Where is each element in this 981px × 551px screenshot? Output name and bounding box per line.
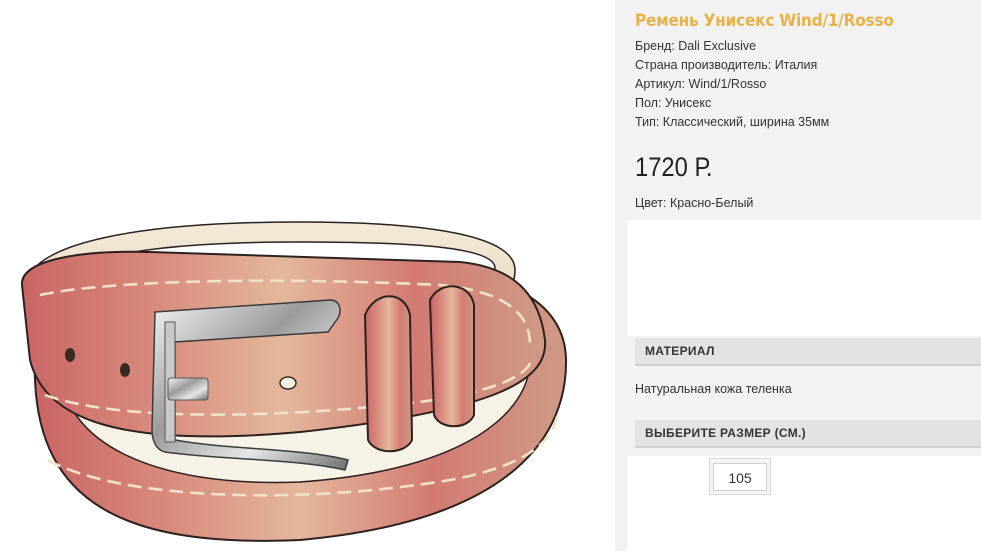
blank-area	[627, 220, 981, 336]
material-header: Материал	[635, 338, 981, 366]
spec-brand: Бренд: Dali Exclusive	[635, 39, 757, 53]
material-text: Натуральная кожа теленка	[635, 382, 792, 396]
spec-type: Тип: Классический, ширина 35мм	[635, 115, 830, 129]
size-option-105[interactable]: 105	[709, 458, 771, 495]
product-image-area	[0, 0, 615, 551]
product-price: 1720 Р.	[635, 152, 713, 182]
product-color: Цвет: Красно-Белый	[635, 196, 754, 210]
spec-article: Артикул: Wind/1/Rosso	[635, 77, 767, 91]
spec-gender: Пол: Унисекс	[635, 96, 712, 110]
size-option-label: 105	[713, 462, 767, 491]
belt-photo	[20, 221, 568, 542]
size-header-label: Выберите размер (см.)	[645, 426, 806, 440]
product-title: Ремень Унисекс Wind/1/Rosso	[635, 11, 894, 31]
product-info-panel: Ремень Унисекс Wind/1/Rosso Бренд: Dali …	[615, 0, 981, 551]
spec-list: Бренд: Dali Exclusive Страна производите…	[635, 37, 829, 132]
material-header-label: Материал	[645, 344, 715, 358]
spec-country: Страна производитель: Италия	[635, 58, 818, 72]
size-options: 105	[627, 456, 981, 551]
size-header: Выберите размер (см.)	[635, 420, 981, 448]
